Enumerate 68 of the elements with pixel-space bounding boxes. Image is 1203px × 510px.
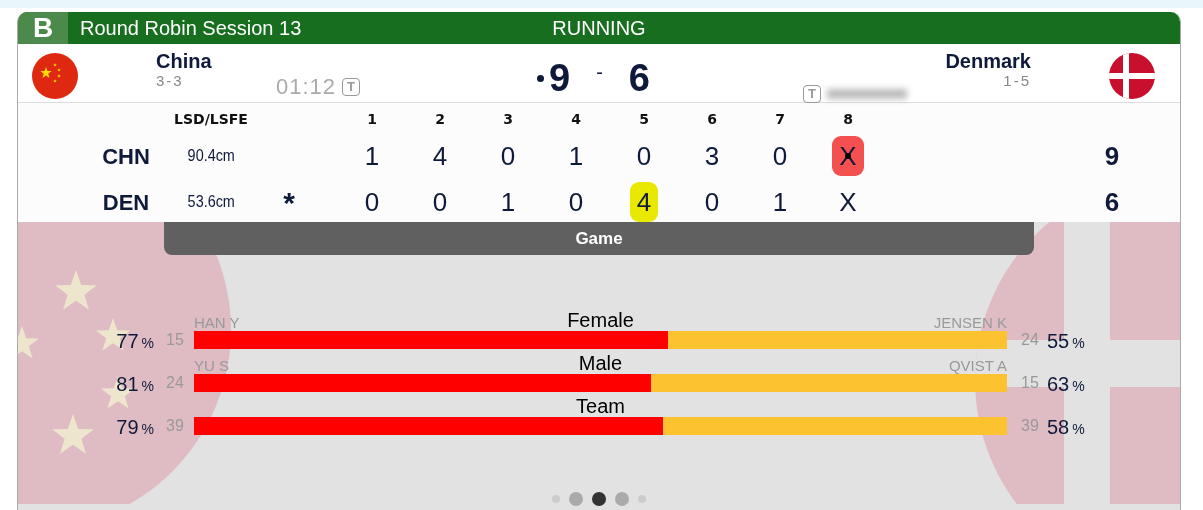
end-score: 0	[635, 140, 653, 173]
end-heading: 7	[775, 109, 785, 129]
lsfe-marker: *	[283, 184, 295, 221]
denmark-flag-icon	[1109, 52, 1155, 99]
player-name: HAN Y	[194, 315, 241, 331]
end-heading: 1	[367, 109, 377, 129]
score-separator: -	[596, 59, 603, 85]
end-score: 1	[363, 140, 381, 173]
percentage: 55%	[1047, 331, 1086, 353]
total-score: 9	[1104, 139, 1120, 173]
team-name: Denmark	[944, 50, 1031, 72]
player-name: QVIST A	[947, 358, 1007, 374]
match-status: RUNNING	[552, 16, 646, 41]
shot-count: 24	[1020, 330, 1040, 350]
shot-count: 15	[165, 330, 185, 350]
lsd-distance: 53.6cm	[187, 192, 235, 212]
game-tab[interactable]: Game	[164, 222, 1034, 255]
percentage: 79%	[116, 417, 154, 439]
total-score: 6	[1104, 185, 1120, 219]
end-heading: 5	[639, 109, 649, 129]
lsd-distance: 90.4cm	[187, 146, 235, 166]
percentage: 81%	[116, 374, 154, 396]
column-heading: LSD/LSFE	[174, 109, 248, 129]
end-score: 4	[431, 140, 449, 173]
player-name: YU S	[194, 358, 230, 374]
china-flag-icon	[32, 52, 78, 99]
percentage: 63%	[1047, 374, 1086, 396]
team-score: 9	[549, 56, 571, 101]
end-score: 0	[363, 186, 381, 219]
shot-count: 39	[165, 416, 185, 436]
team-abbreviation: CHN	[102, 142, 150, 171]
team-record: 1-5	[1002, 72, 1031, 90]
team-score: 6	[628, 56, 650, 101]
end-heading: 8	[843, 109, 853, 129]
team-record: 3-3	[156, 72, 185, 90]
percentage: 77%	[116, 331, 154, 353]
team-abbreviation: DEN	[102, 188, 150, 217]
end-score: 0	[499, 140, 517, 173]
timeout-badge[interactable]: T	[342, 77, 361, 96]
group-badge: B	[18, 12, 68, 44]
end-score: 0	[703, 186, 721, 219]
end-score: 1	[771, 186, 789, 219]
end-score: 1	[499, 186, 517, 219]
end-heading: 2	[435, 109, 445, 129]
end-heading: 6	[707, 109, 717, 129]
page-dot[interactable]	[615, 492, 629, 506]
stat-label: Male	[578, 352, 623, 374]
end-score: 3	[703, 140, 721, 173]
end-score: 0	[431, 186, 449, 219]
session-title: Round Robin Session 13	[80, 16, 302, 41]
stat-label: Team	[576, 395, 625, 417]
percentage: 58%	[1047, 417, 1086, 439]
player-name: JENSEN K	[932, 315, 1007, 331]
game-timer: 01:12	[276, 73, 337, 101]
shot-count: 24	[165, 373, 185, 393]
page-dot[interactable]	[569, 492, 583, 506]
team-name: China	[156, 50, 213, 72]
shot-count: 15	[1020, 373, 1040, 393]
shot-count: 39	[1020, 416, 1040, 436]
end-heading: 3	[503, 109, 513, 129]
end-score: 4	[629, 182, 659, 222]
end-score: X	[838, 186, 858, 219]
end-score: 0	[771, 140, 789, 173]
stat-label: Female	[567, 309, 634, 331]
page-dot[interactable]	[592, 492, 606, 506]
end-score: 1	[567, 140, 585, 173]
end-heading: 4	[571, 109, 581, 129]
end-score: 0	[567, 186, 585, 219]
